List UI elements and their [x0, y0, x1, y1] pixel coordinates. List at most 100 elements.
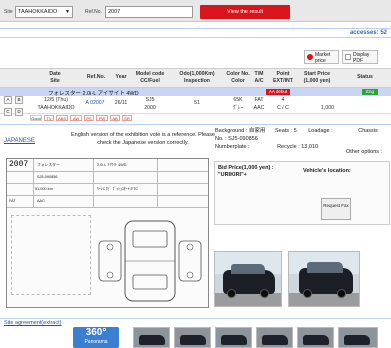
info-background: Background : 自家用	[215, 128, 266, 134]
car-window	[307, 262, 343, 273]
photo-ground	[215, 292, 281, 306]
side-button-a[interactable]: A	[4, 96, 12, 104]
site-label: Site	[4, 9, 13, 15]
sheet-line	[7, 183, 208, 184]
status-badge: Eng	[362, 89, 378, 95]
thumbnail-photo[interactable]	[174, 327, 211, 348]
sheet-line	[157, 159, 158, 207]
thumb-car	[180, 335, 206, 345]
tag-abs: ABS	[56, 115, 68, 121]
thumbnail-photo[interactable]	[215, 327, 252, 348]
wheel	[303, 289, 312, 298]
thumbnail-photo[interactable]	[256, 327, 293, 348]
thumbnail-photo[interactable]	[297, 327, 334, 348]
tag-ab: AB	[110, 115, 120, 121]
wheel	[260, 289, 269, 298]
lot-title-row[interactable]: フォレスター 2.0i-L アイサイト 4WD AA debut Eng	[0, 88, 391, 97]
car-photo-front[interactable]	[214, 251, 282, 307]
thumb-car	[221, 335, 247, 345]
thumb-car	[139, 335, 165, 345]
access-count: accesses: 52	[349, 30, 387, 36]
market-price-label: Market price	[315, 52, 331, 64]
info-loadage: Loadage :	[308, 128, 333, 134]
side-button-d[interactable]: D	[15, 108, 23, 116]
cell-ac: AAC	[253, 105, 265, 111]
cell-ext-int: C / C	[277, 105, 289, 111]
tag-sr: SR	[122, 115, 132, 121]
display-pdf-label: Display PDF	[353, 52, 370, 64]
tag-good: Good	[30, 115, 42, 121]
cell-model: SJ5	[145, 97, 155, 103]
sheet-odo: 51,000 km	[35, 187, 53, 191]
table-row[interactable]: A B 12/5 (Thu) TAAHOKKAIDO A 02007 26/11…	[0, 96, 391, 114]
cell-ref[interactable]: A 02007	[80, 100, 110, 106]
thumb-car	[303, 335, 329, 345]
ref-no-label: Ref.No.	[85, 9, 102, 15]
tag-tv: TV	[44, 115, 54, 121]
panorama-label: Panorama	[84, 339, 108, 345]
side-button-c[interactable]: C	[4, 108, 12, 116]
sheet-line	[7, 171, 208, 172]
access-bar: accesses: 52	[0, 28, 391, 38]
col-status: Status	[357, 74, 373, 80]
col-date-site: Date Site	[49, 71, 61, 84]
sheet-grade: 2.0i-L ｱｲｻｲﾄ 4WD	[97, 163, 127, 167]
vehicle-location-label: Vehicle's location:	[303, 168, 351, 174]
cell-color-no: 65K	[233, 97, 243, 103]
col-odo: Odo(1,000Km) Inspection	[179, 71, 215, 84]
thumbnail-photo[interactable]	[133, 327, 170, 348]
bid-price-value: "URIKIRI"+	[218, 172, 247, 178]
sheet-fat: FAT	[9, 199, 16, 203]
info-numberplate: Numberplate :	[215, 144, 250, 150]
car-window	[231, 264, 265, 274]
view-result-button[interactable]: View the result	[200, 5, 290, 19]
damage-diagram	[98, 220, 202, 302]
col-color: Color No. Color	[226, 71, 250, 84]
cell-tm: FAT	[254, 97, 264, 103]
thumbnail-photo[interactable]	[338, 327, 378, 348]
ref-no-input[interactable]: 2007	[105, 6, 193, 18]
japanese-link[interactable]: JAPANESE	[4, 138, 35, 144]
cell-odo: 51	[194, 100, 200, 106]
auction-sheet-image: 2007 フォレスター 2.0i-L ｱｲｻｲﾄ 4WD SJ5-090856 …	[6, 158, 209, 308]
sheet-line	[7, 195, 208, 196]
thumb-car	[262, 335, 288, 345]
other-options: Other options :	[346, 149, 383, 155]
site-select[interactable]: TAAHOKKAIDO ▼	[15, 6, 73, 18]
cell-point: 4	[281, 97, 285, 103]
thumb-car	[344, 335, 370, 345]
panorama-button[interactable]: 360° Panorama	[73, 327, 119, 348]
bid-price-label: Bid Price(1,000 yen) : "URIKIRI"+	[218, 165, 274, 179]
site-agreement-link[interactable]: Site agreement(extract)	[4, 320, 61, 326]
col-model: Model code CC/Fuel	[135, 71, 165, 84]
col-year: Year	[115, 74, 127, 80]
info-seats: Seats : 5	[274, 128, 297, 134]
bid-panel: Bid Price(1,000 yen) : "URIKIRI"+ Vehicl…	[214, 161, 390, 225]
col-ref-no: Ref.No.	[86, 74, 106, 80]
panorama-number: 360°	[85, 327, 107, 338]
sheet-features: ｷｰﾚｽ ﾅﾋﾞ ﾌﾟｯｼｭｽﾀｰﾄ ETC	[97, 187, 139, 191]
display-pdf-button[interactable]: Display PDF	[342, 50, 378, 64]
tag-aw: AW	[70, 115, 82, 121]
col-point: Point EXT/INT	[273, 71, 293, 84]
wheel	[337, 289, 346, 298]
site-select-value: TAAHOKKAIDO	[18, 9, 58, 15]
sheet-plate: SJ5-090856	[37, 175, 58, 179]
sheet-year: 2007	[9, 160, 29, 169]
photo-ground	[289, 292, 359, 306]
tag-pw: PW	[96, 115, 108, 121]
sheet-aac: AAC	[37, 199, 45, 203]
bid-price-title: Bid Price(1,000 yen) :	[218, 165, 274, 171]
sheet-line	[7, 207, 208, 208]
side-button-b[interactable]: B	[15, 96, 23, 104]
cell-date: 12/5 (Thu)	[44, 97, 68, 103]
request-fax-button[interactable]: Request Fax	[321, 198, 351, 220]
car-photo-rear[interactable]	[288, 251, 360, 307]
sheet-line	[93, 159, 94, 207]
divider	[0, 124, 391, 125]
sheet-notes-area	[11, 215, 91, 295]
table-header: Date Site Ref.No. Year Model code CC/Fue…	[0, 68, 391, 88]
divider	[0, 318, 391, 319]
pdf-icon	[345, 54, 351, 60]
market-price-button[interactable]: Market price	[304, 50, 339, 64]
